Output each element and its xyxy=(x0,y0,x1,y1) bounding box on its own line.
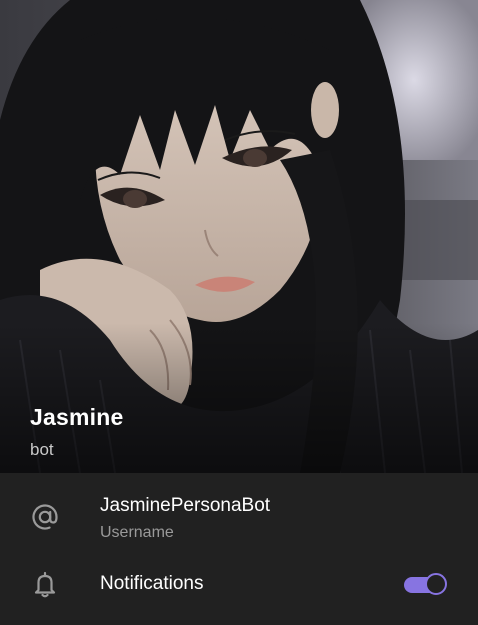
notifications-toggle[interactable] xyxy=(404,573,447,597)
username-label: Username xyxy=(100,524,174,541)
notifications-label: Notifications xyxy=(100,573,204,594)
profile-status: bot xyxy=(30,440,54,459)
username-row[interactable]: JasminePersonaBot Username xyxy=(0,473,478,565)
at-sign-icon xyxy=(30,502,60,532)
header-gradient-overlay xyxy=(0,323,478,473)
username-value: JasminePersonaBot xyxy=(100,495,271,516)
bell-icon xyxy=(30,569,60,599)
notifications-row[interactable]: Notifications xyxy=(0,565,478,625)
profile-header: Jasmine bot xyxy=(0,0,478,473)
profile-info-list: JasminePersonaBot Username Notifications xyxy=(0,473,478,625)
profile-name: Jasmine xyxy=(30,404,124,430)
toggle-knob xyxy=(425,573,447,595)
